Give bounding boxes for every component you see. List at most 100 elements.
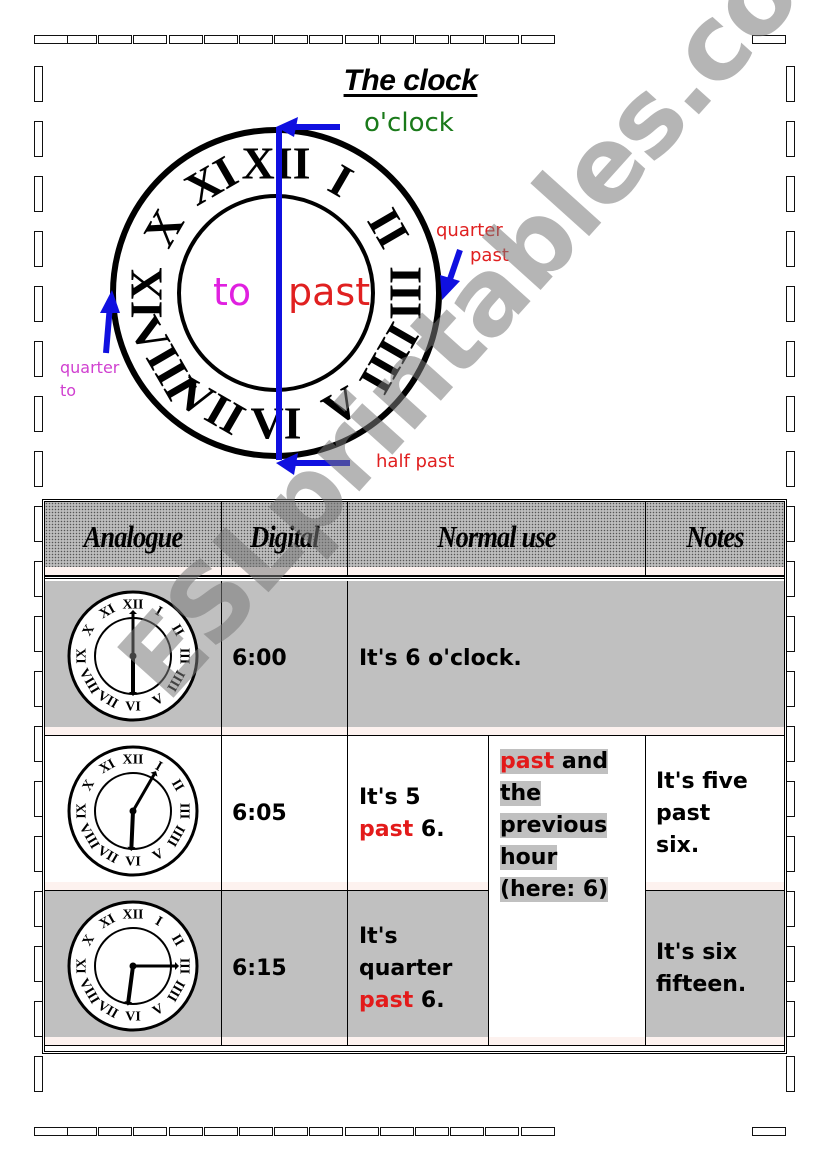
frame-corner [752,1127,786,1136]
header-notes: Notes [646,502,784,576]
row3-digital-cell: 6:15 [222,891,348,1046]
roman-numeral: VI [125,700,141,715]
oclock-label: o'clock [364,108,454,138]
digital-time: 6:05 [232,801,287,826]
frame-dash-bottom [133,1127,168,1136]
frame-dash-right [786,396,795,432]
frame-dash-right [786,946,795,982]
frame-dash-top [168,35,203,44]
frame-dash-left [34,396,43,432]
past-word: past [359,817,414,842]
past-word: past [359,988,414,1013]
frame-dash-right [786,671,795,707]
clock-table: Analogue Digital Normal use Notes XII I II… [42,499,787,1054]
frame-dash-bottom [344,1127,379,1136]
row1-digital-cell: 6:00 [222,581,348,736]
frame-dash-top [98,35,133,44]
roman-numeral: IX [75,958,90,974]
frame-dash-bottom [520,1127,555,1136]
roman-numeral: V [314,375,368,436]
hour-hand [129,809,135,849]
to-label: to [213,270,252,314]
frame-dash-right [786,231,795,267]
frame-dash-top [344,35,379,44]
frame-dash-bottom [203,1127,238,1136]
frame-dash-left [34,341,43,377]
frame-dash-right [786,286,795,322]
roman-numeral: XII [122,908,143,923]
frame-dash-top [63,35,97,44]
roman-numeral: VI [125,1010,141,1025]
frame-dash-right [786,451,795,487]
roman-numeral: I [320,154,361,207]
roman-numeral: IX [121,267,172,318]
quarter-to-label-line2: to [60,381,77,400]
frame-dash-bottom [98,1127,133,1136]
past-label: past [288,270,371,314]
frame-dash-right [786,616,795,652]
roman-numeral: IX [75,648,90,664]
page-title: The clock [343,64,478,97]
half-past-label: half past [376,451,455,472]
note-text: It's six fifteen. [656,940,747,997]
frame-dash-top [520,35,555,44]
digital-time: 6:15 [232,956,287,981]
quarter-to-label-line1: quarter [60,358,120,377]
roman-numeral: III [381,266,432,320]
frame-dash-right [786,836,795,872]
header-normal-use: Normal use [348,502,646,576]
frame-dash-right [786,1056,795,1092]
frame-dash-top [133,35,168,44]
analogue-clock-6-15: XII IIIIIIIIIIVVIVIIVIIIIXXXI [67,900,199,1032]
roman-numeral: IIII [349,314,429,402]
analogue-clock-6-00: XII IIIIIIIIIIVVIVIIVIIIIXXXI [67,590,199,722]
normal-use-line1: It's 5 [359,785,421,810]
roman-numeral: VI [125,855,141,870]
roman-numeral: II [358,200,420,257]
row1-normal-use-cell: It's 6 o'clock. [348,581,784,736]
frame-dash-bottom [379,1127,414,1136]
frame-dash-left [34,1056,43,1092]
roman-numeral: III [177,803,192,819]
roman-numeral: IX [75,803,90,819]
roman-numeral: X [133,201,194,255]
row2-digital-cell: 6:05 [222,736,348,891]
frame-dash-left [34,286,43,322]
frame-dash-top [485,35,520,44]
frame-dash-bottom [274,1127,309,1136]
rule-text: past and the previous hour (here: 6) [500,749,609,902]
frame-dash-left [34,121,43,157]
frame-dash-left [34,451,43,487]
quarter-past-label-line1: quarter [436,220,503,241]
frame-dash-bottom [415,1127,449,1136]
frame-dash-top [450,35,485,44]
frame-dash-top [239,35,273,44]
frame-dash-bottom [168,1127,203,1136]
row1-analogue-cell: XII I II III IIII V VI VII VIII IX X XI [45,581,222,736]
frame-dash-right [786,121,795,157]
frame-dash-left [34,231,43,267]
frame-dash-bottom [309,1127,344,1136]
frame-corner [34,35,68,44]
frame-dash-right [786,1001,795,1037]
frame-dash-top [309,35,344,44]
row3-normal-use-cell: It's quarter past 6. [348,891,489,1046]
frame-dash-right [786,781,795,817]
frame-dash-right [786,561,795,597]
frame-dash-top [274,35,309,44]
analogue-clock-6-05: XII IIIIIIIIIIVVIVIIVIIIIXXXI [67,745,199,877]
frame-dash-right [786,341,795,377]
frame-dash-bottom [485,1127,520,1136]
roman-numeral: XII [122,753,143,768]
frame-dash-right [786,726,795,762]
frame-dash-right [786,891,795,927]
header-digital: Digital [222,502,348,576]
frame-dash-right [786,176,795,212]
frame-dash-top [379,35,414,44]
quarter-past-label-line2: past [470,245,509,266]
frame-dash-top [203,35,238,44]
clock-center-pin [129,962,137,970]
clock-diagram: XIIIIIIIIIIIIVVIVIIVIIIIXXXI to past o'c… [50,105,550,485]
roman-numerals: XIIIIIIIIIIIIVVIVIIVIIIIXXXI [120,138,432,449]
row2-normal-use-cell: It's 5 past 6. [348,736,489,891]
